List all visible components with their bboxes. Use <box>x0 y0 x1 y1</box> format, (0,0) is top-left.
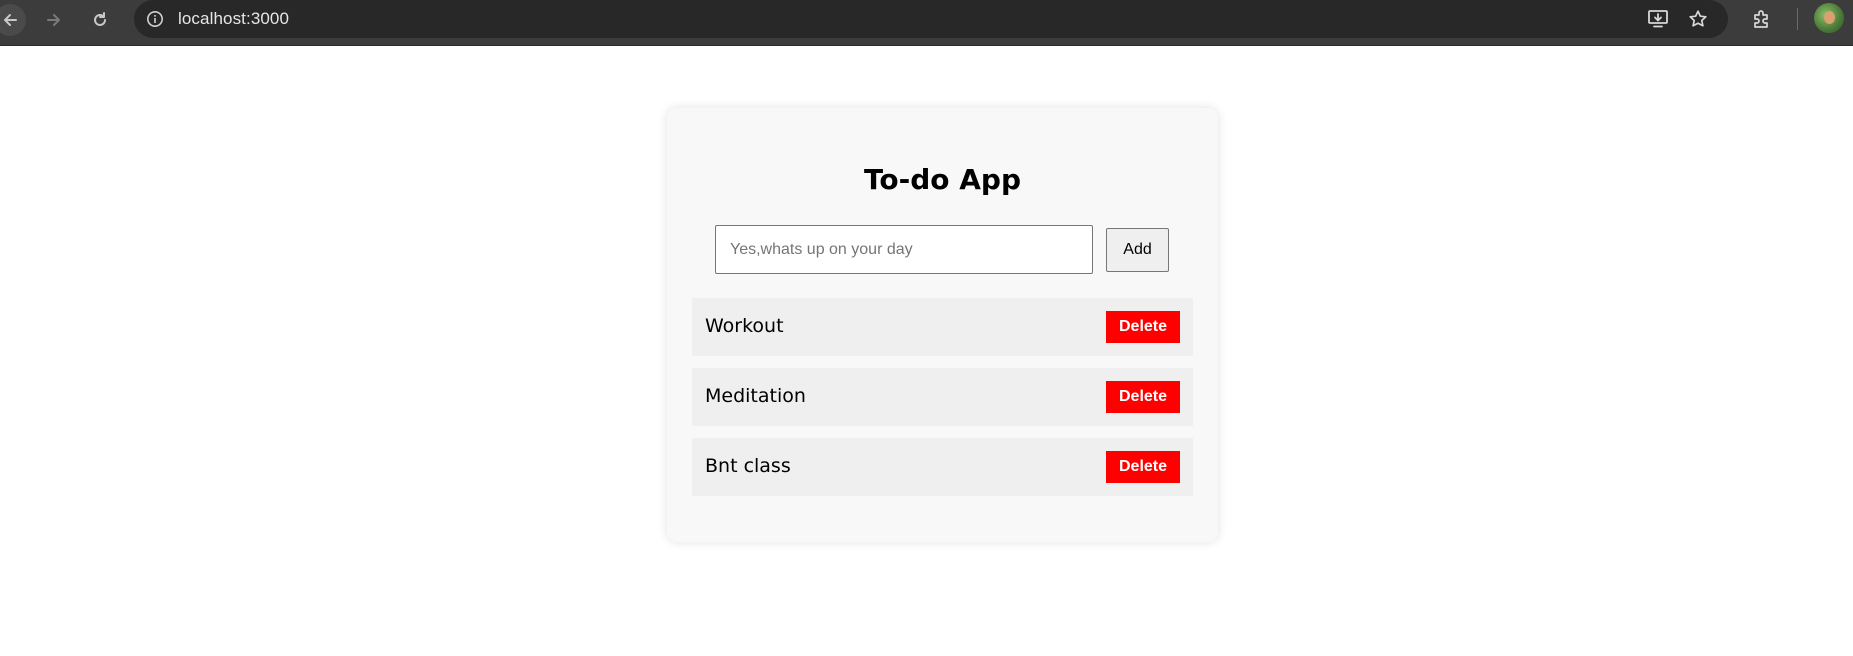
delete-button[interactable]: Delete <box>1106 381 1180 413</box>
forward-icon <box>47 14 60 26</box>
url-text[interactable]: localhost:3000 <box>178 9 289 29</box>
todo-list: Workout Delete Meditation Delete Bnt cla… <box>692 298 1193 508</box>
todo-input[interactable] <box>715 225 1093 274</box>
profile-avatar[interactable] <box>1814 3 1844 33</box>
forward-button[interactable] <box>38 4 70 36</box>
install-app-icon[interactable] <box>1646 7 1670 31</box>
browser-toolbar: localhost:3000 <box>0 0 1853 46</box>
todo-card: To-do App Add Workout Delete Meditation … <box>667 108 1218 542</box>
back-button[interactable] <box>0 4 26 36</box>
todo-item: Meditation Delete <box>692 368 1193 426</box>
todo-text: Workout <box>705 315 784 337</box>
delete-button[interactable]: Delete <box>1106 311 1180 343</box>
toolbar-divider <box>1797 8 1798 30</box>
extensions-icon[interactable] <box>1748 5 1776 33</box>
site-info-icon[interactable] <box>144 8 166 30</box>
add-button[interactable]: Add <box>1106 228 1169 272</box>
todo-text: Bnt class <box>705 455 791 477</box>
app-title: To-do App <box>863 163 1022 196</box>
todo-text: Meditation <box>705 385 806 407</box>
address-bar[interactable]: localhost:3000 <box>134 0 1728 38</box>
reload-button[interactable] <box>84 4 116 36</box>
todo-item: Bnt class Delete <box>692 438 1193 496</box>
bookmark-star-icon[interactable] <box>1686 7 1710 31</box>
back-icon <box>4 14 17 26</box>
delete-button[interactable]: Delete <box>1106 451 1180 483</box>
reload-icon <box>94 12 106 26</box>
todo-item: Workout Delete <box>692 298 1193 356</box>
